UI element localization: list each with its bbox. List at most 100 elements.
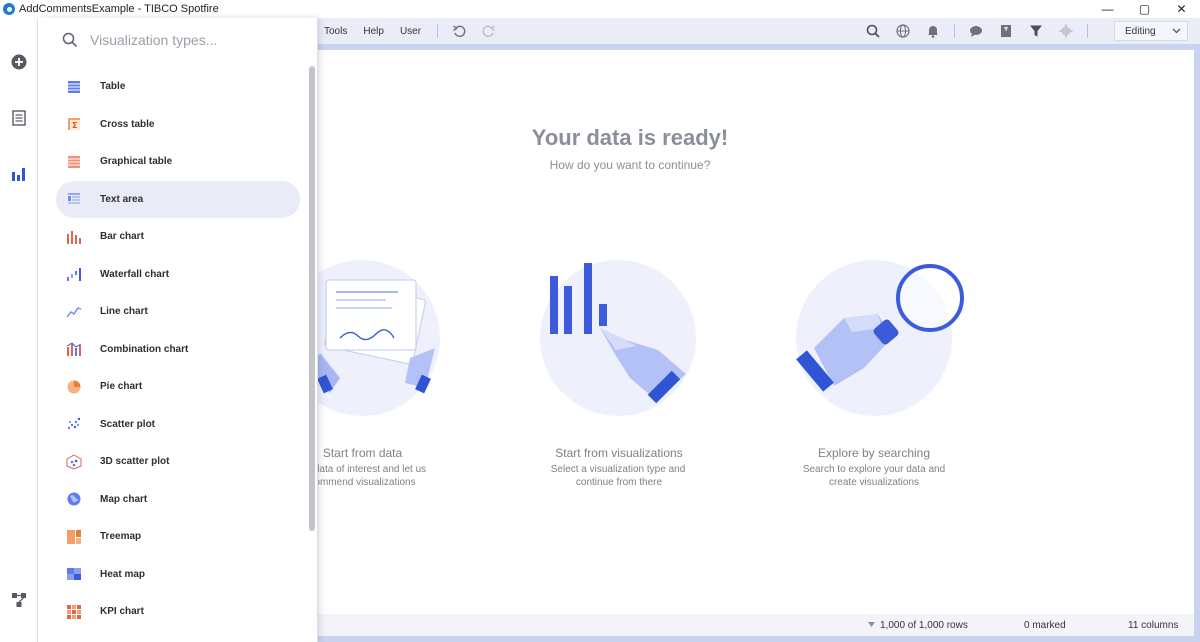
top-toolbar: Tools Help User Editing	[318, 18, 1200, 44]
gear-icon	[1059, 24, 1073, 38]
status-column-count[interactable]: 11 columns	[1128, 620, 1178, 631]
vis-type-waterfall-chart[interactable]: Waterfall chart	[56, 256, 300, 293]
undo-button[interactable]	[448, 21, 470, 41]
vis-type-label: Bar chart	[100, 231, 144, 242]
bookmarks-button[interactable]	[995, 21, 1017, 41]
vis-type-cross-table[interactable]: Σ Cross table	[56, 106, 300, 143]
data-panel-icon	[12, 110, 26, 126]
minimize-button[interactable]: —	[1089, 0, 1126, 18]
search-icon	[58, 28, 82, 52]
vis-type-label: Table	[100, 81, 126, 92]
toolbar-right-icons	[858, 21, 1094, 41]
vis-type-label: Text area	[100, 193, 144, 205]
menu-help[interactable]: Help	[363, 26, 384, 37]
status-row-count[interactable]: 1,000 of 1,000 rows	[880, 620, 968, 631]
comments-button[interactable]	[965, 21, 987, 41]
vis-type-label: 3D scatter plot	[100, 456, 170, 467]
vis-type-kpi-chart[interactable]: KPI chart	[56, 593, 300, 630]
card-description-line: ommend visualizations	[314, 477, 416, 488]
card-title: Start from data	[322, 446, 403, 460]
authoring-mode-select[interactable]: Editing	[1114, 21, 1188, 41]
caret-down-icon	[868, 622, 875, 627]
vis-type-bar-chart[interactable]: Bar chart	[56, 218, 300, 255]
status-marked-count[interactable]: 0 marked	[1024, 620, 1066, 631]
combination-chart-icon	[66, 341, 82, 357]
cross-table-icon: Σ	[66, 116, 82, 132]
pie-chart-icon	[66, 379, 82, 395]
settings-button[interactable]	[1055, 21, 1077, 41]
globe-icon	[896, 24, 910, 38]
magnifier-hand-illustration-icon	[796, 260, 964, 416]
card-description-line: Select a visualization type and	[550, 464, 686, 475]
spotfire-logo-icon	[3, 3, 15, 15]
vis-type-label: Map chart	[100, 493, 148, 505]
vis-type-heat-map[interactable]: Heat map	[56, 556, 300, 593]
data-canvas-button[interactable]	[9, 590, 29, 610]
data-sheets-illustration-icon	[300, 260, 440, 416]
card-description-line: create visualizations	[828, 477, 920, 488]
text-area-icon	[66, 191, 82, 207]
vis-type-3d-scatter-plot[interactable]: 3D scatter plot	[56, 443, 300, 480]
vis-type-scatter-plot[interactable]: Scatter plot	[56, 406, 300, 443]
flyout-scrollbar[interactable]	[309, 66, 315, 531]
kpi-chart-icon	[66, 604, 82, 620]
maximize-button[interactable]: ▢	[1126, 0, 1163, 18]
line-chart-icon	[66, 304, 82, 320]
add-data-button[interactable]	[9, 52, 29, 72]
vis-type-label: Heat map	[100, 568, 146, 580]
toolbar-divider	[954, 24, 955, 38]
heat-map-icon	[66, 566, 82, 582]
vis-type-pie-chart[interactable]: Pie chart	[56, 368, 300, 405]
welcome-subtitle: How do you want to continue?	[549, 158, 711, 172]
visualization-types-button[interactable]	[9, 164, 29, 184]
graphical-table-icon	[66, 154, 82, 170]
menu-tools[interactable]: Tools	[324, 26, 347, 37]
menu-user[interactable]: User	[400, 26, 421, 37]
vis-type-label: Line chart	[100, 306, 148, 317]
vis-type-graphical-table[interactable]: Graphical table	[56, 143, 300, 180]
comment-icon	[970, 26, 982, 37]
close-button[interactable]: ✕	[1163, 0, 1200, 18]
scatter-plot-icon	[66, 416, 82, 432]
title-bar: AddCommentsExample - TIBCO Spotfire — ▢ …	[0, 0, 1200, 18]
filters-button[interactable]	[1025, 21, 1047, 41]
search-icon	[866, 24, 880, 38]
redo-icon	[482, 25, 496, 38]
vis-type-line-chart[interactable]: Line chart	[56, 293, 300, 330]
bar-chart-icon	[66, 229, 82, 245]
vis-type-table[interactable]: Table	[56, 68, 300, 105]
visualization-search	[38, 18, 317, 62]
notifications-button[interactable]	[922, 21, 944, 41]
card-title: Explore by searching	[817, 446, 931, 460]
spotfire-window: AddCommentsExample - TIBCO Spotfire — ▢ …	[0, 0, 1200, 642]
vis-type-text-area[interactable]: Text area	[56, 180, 300, 218]
window-controls: — ▢ ✕	[1089, 0, 1200, 18]
left-rail	[0, 18, 38, 642]
plus-circle-icon	[11, 54, 27, 70]
chevron-down-icon	[1172, 28, 1181, 34]
vis-type-label: Scatter plot	[100, 418, 156, 430]
map-chart-icon	[66, 491, 82, 507]
table-icon	[66, 79, 82, 95]
vis-type-label: Waterfall chart	[100, 268, 170, 280]
waterfall-chart-icon	[66, 266, 82, 282]
toolbar-divider	[437, 24, 439, 38]
vis-type-combination-chart[interactable]: Combination chart	[56, 331, 300, 368]
vis-type-label: Graphical table	[100, 156, 173, 167]
bell-icon	[928, 26, 938, 38]
files-and-data-button[interactable]	[9, 108, 29, 128]
card-description-line: continue from there	[575, 477, 663, 488]
vis-type-label: Cross table	[100, 118, 155, 130]
filter-icon	[1030, 25, 1042, 37]
vis-type-map-chart[interactable]: Map chart	[56, 481, 300, 518]
vis-type-treemap[interactable]: Treemap	[56, 518, 300, 555]
visualization-search-input[interactable]	[90, 32, 290, 48]
card-title: Start from visualizations	[555, 446, 683, 460]
redo-button[interactable]	[478, 21, 500, 41]
card-description-line: Search to explore your data and	[802, 464, 946, 475]
collaboration-button[interactable]	[892, 21, 914, 41]
card-description-line: data of interest and let us	[313, 464, 427, 475]
search-button[interactable]	[862, 21, 884, 41]
vis-type-label: Combination chart	[100, 343, 189, 355]
svg-text:Σ: Σ	[72, 121, 77, 130]
